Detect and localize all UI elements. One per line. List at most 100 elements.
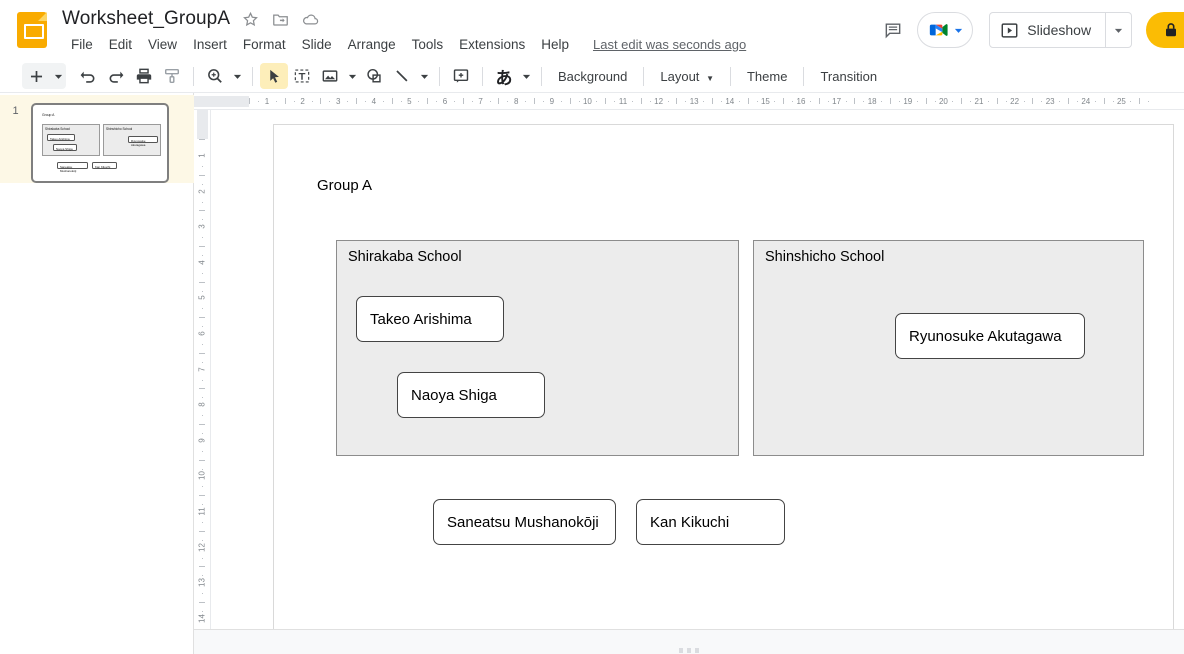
ruler-h-tick <box>783 98 784 104</box>
name-card-ryunosuke-akutagawa[interactable]: Ryunosuke Akutagawa <box>895 313 1085 359</box>
drag-handle-dots-icon[interactable] <box>679 648 699 653</box>
toolbar-divider <box>803 67 804 86</box>
undo-button[interactable] <box>74 63 102 89</box>
text-box-icon <box>293 67 311 85</box>
redo-button[interactable] <box>102 63 130 89</box>
new-slide-group <box>22 63 66 89</box>
school-label-shirakaba[interactable]: Shirakaba School <box>348 249 462 265</box>
share-button[interactable]: Sha <box>1146 12 1184 48</box>
move-to-folder-icon[interactable] <box>271 10 290 29</box>
ruler-h-number: 1 <box>265 96 269 107</box>
school-box-shirakaba[interactable]: Shirakaba School Takeo Arishima Naoya Sh… <box>336 240 739 456</box>
ruler-h-tick <box>356 98 357 104</box>
menu-view[interactable]: View <box>140 35 185 54</box>
insert-image-dropdown[interactable] <box>344 63 360 89</box>
name-card-saneatsu-mushanokoji[interactable]: Saneatsu Mushanokōji <box>433 499 616 545</box>
new-slide-dropdown[interactable] <box>50 63 66 89</box>
comment-history-button[interactable] <box>875 12 911 48</box>
ruler-h-dot <box>525 101 526 102</box>
ruler-h-dot <box>1041 101 1042 102</box>
ruler-h-tick <box>534 98 535 104</box>
background-button[interactable]: Background <box>549 65 636 88</box>
menu-format[interactable]: Format <box>235 35 294 54</box>
redo-icon <box>107 67 125 85</box>
slide-canvas[interactable]: Group A Shirakaba School Takeo Arishima … <box>211 110 1184 629</box>
name-card-label: Ryunosuke Akutagawa <box>909 328 1062 345</box>
line-dropdown[interactable] <box>416 63 432 89</box>
school-box-shinshicho[interactable]: Shinshicho School Ryunosuke Akutagawa <box>753 240 1144 456</box>
paint-format-button[interactable] <box>158 63 186 89</box>
ruler-v-tick <box>199 246 205 247</box>
ruler-v-number: 13 <box>198 577 207 589</box>
ruler-h-dot <box>650 101 651 102</box>
zoom-button[interactable] <box>201 63 229 89</box>
ruler-h-dot <box>774 101 775 102</box>
add-comment-button[interactable] <box>447 63 475 89</box>
layout-button[interactable]: Layout ▼ <box>651 65 723 88</box>
thumb-name-card: Ryunosuke Akutagawa <box>128 136 158 143</box>
star-icon[interactable] <box>241 10 260 29</box>
slideshow-button[interactable]: Slideshow <box>989 12 1106 48</box>
vertical-ruler[interactable]: 1234567891011121314 <box>194 110 211 629</box>
menu-arrange[interactable]: Arrange <box>340 35 404 54</box>
thumb-name-label: Kan Kikuchi <box>95 165 110 169</box>
menu-tools[interactable]: Tools <box>404 35 452 54</box>
select-tool-button[interactable] <box>260 63 288 89</box>
name-card-naoya-shiga[interactable]: Naoya Shiga <box>397 372 545 418</box>
name-card-takeo-arishima[interactable]: Takeo Arishima <box>356 296 504 342</box>
ruler-v-dot <box>202 558 203 559</box>
ruler-h-dot <box>739 101 740 102</box>
ruler-v-dot <box>202 522 203 523</box>
ruler-h-dot <box>276 101 277 102</box>
ruler-v-tick <box>199 175 205 176</box>
name-card-kan-kikuchi[interactable]: Kan Kikuchi <box>636 499 785 545</box>
ruler-h-tick <box>712 98 713 104</box>
ruler-v-tick <box>199 531 205 532</box>
slide-surface[interactable]: Group A Shirakaba School Takeo Arishima … <box>273 124 1174 630</box>
ruler-h-number: 4 <box>372 96 376 107</box>
google-meet-button[interactable] <box>917 12 973 48</box>
zoom-dropdown[interactable] <box>229 63 245 89</box>
slide-title-text[interactable]: Group A <box>317 177 372 194</box>
ruler-h-tick <box>392 98 393 104</box>
menu-file[interactable]: File <box>63 35 101 54</box>
menu-extensions[interactable]: Extensions <box>451 35 533 54</box>
ruler-v-dot <box>202 273 203 274</box>
menu-insert[interactable]: Insert <box>185 35 235 54</box>
ruler-h-tick <box>641 98 642 104</box>
ruler-h-number: 18 <box>868 96 877 107</box>
theme-button[interactable]: Theme <box>738 65 796 88</box>
insert-image-button[interactable] <box>316 63 344 89</box>
print-button[interactable] <box>130 63 158 89</box>
ruler-h-dot <box>1130 101 1131 102</box>
ruler-h-dot <box>1077 101 1078 102</box>
zoom-icon <box>206 67 224 85</box>
thumb-name-card: Kan Kikuchi <box>92 162 117 169</box>
document-title[interactable]: Worksheet_GroupA <box>62 8 230 30</box>
ruler-h-dot <box>828 101 829 102</box>
ruler-v-tick <box>199 460 205 461</box>
ruler-v-tick <box>199 566 205 567</box>
input-tools-button[interactable]: あ <box>490 63 518 89</box>
slide-thumbnail[interactable]: Group A Shirakaba School Takeo Arishima … <box>31 103 169 183</box>
horizontal-ruler[interactable]: 1234567891011121314151617181920212223242… <box>194 93 1184 110</box>
new-slide-button[interactable] <box>22 63 50 89</box>
line-button[interactable] <box>388 63 416 89</box>
thumb-name-card: Saneatsu Mushanokōji <box>57 162 88 169</box>
input-tools-dropdown[interactable] <box>518 63 534 89</box>
slideshow-dropdown-button[interactable] <box>1106 12 1132 48</box>
cloud-saved-icon[interactable] <box>301 10 320 29</box>
chevron-down-icon <box>54 72 63 81</box>
filmstrip-slide-1[interactable]: 1 Group A Shirakaba School Takeo Arishim… <box>0 95 194 183</box>
menu-slide[interactable]: Slide <box>294 35 340 54</box>
toolbar-divider <box>730 67 731 86</box>
ruler-h-number: 10 <box>583 96 592 107</box>
school-label-shinshicho[interactable]: Shinshicho School <box>765 249 884 265</box>
text-box-button[interactable] <box>288 63 316 89</box>
menu-edit[interactable]: Edit <box>101 35 140 54</box>
transition-button[interactable]: Transition <box>811 65 886 88</box>
menu-help[interactable]: Help <box>533 35 577 54</box>
add-comment-icon <box>452 67 470 85</box>
last-edit-status[interactable]: Last edit was seconds ago <box>593 37 746 52</box>
shape-button[interactable] <box>360 63 388 89</box>
